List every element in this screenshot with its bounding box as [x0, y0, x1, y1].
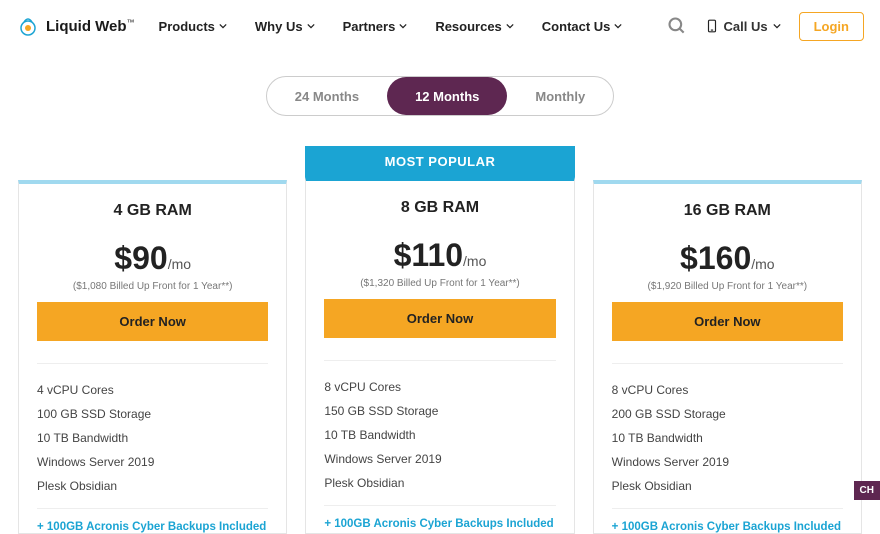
tab-24-months[interactable]: 24 Months	[267, 77, 387, 115]
price-suffix: /mo	[168, 256, 191, 272]
plan-title: 4 GB RAM	[37, 202, 268, 220]
backup-note: + 100GB Acronis Cyber Backups Included	[37, 508, 268, 533]
price-amount: $160	[680, 240, 751, 276]
nav-item-why-us[interactable]: Why Us	[255, 19, 315, 34]
plan-card: 16 GB RAM $160/mo ($1,920 Billed Up Front …	[593, 180, 862, 534]
chevron-down-icon	[614, 22, 622, 30]
phone-icon	[705, 19, 719, 33]
billed-note: ($1,920 Billed Up Front for 1 Year**)	[612, 281, 843, 292]
order-button[interactable]: Order Now	[37, 302, 268, 341]
plan-title: 8 GB RAM	[324, 199, 555, 217]
logo-icon	[16, 14, 40, 38]
plan-price: $160/mo	[612, 240, 843, 277]
call-us-label: Call Us	[724, 19, 768, 34]
chevron-down-icon	[219, 22, 227, 30]
plan-title: 16 GB RAM	[612, 202, 843, 220]
nav-label: Why Us	[255, 19, 303, 34]
plan-16-gb-ram: 16 GB RAM $160/mo ($1,920 Billed Up Front …	[593, 146, 862, 534]
header-right: Call Us Login	[667, 12, 864, 41]
backup-note: + 100GB Acronis Cyber Backups Included	[324, 505, 555, 530]
nav-label: Resources	[435, 19, 501, 34]
plan-price: $110/mo	[324, 237, 555, 274]
feature-item: 10 TB Bandwidth	[324, 423, 555, 447]
price-suffix: /mo	[751, 256, 774, 272]
feature-item: Windows Server 2019	[37, 450, 268, 474]
nav-item-resources[interactable]: Resources	[435, 19, 513, 34]
nav-label: Contact Us	[542, 19, 611, 34]
main-nav: Products Why Us Partners Resources Contact U…	[159, 19, 667, 34]
plan-4-gb-ram: 4 GB RAM $90/mo ($1,080 Billed Up Front fo…	[18, 146, 287, 534]
logo-text: Liquid Web™	[46, 18, 135, 35]
feature-item: 4 vCPU Cores	[37, 378, 268, 402]
call-us-menu[interactable]: Call Us	[705, 19, 781, 34]
billed-note: ($1,080 Billed Up Front for 1 Year**)	[37, 281, 268, 292]
feature-item: 10 TB Bandwidth	[612, 426, 843, 450]
feature-item: 150 GB SSD Storage	[324, 399, 555, 423]
feature-list: 4 vCPU Cores100 GB SSD Storage10 TB Band…	[37, 363, 268, 498]
nav-item-partners[interactable]: Partners	[343, 19, 408, 34]
plan-card: 8 GB RAM $110/mo ($1,320 Billed Up Front f…	[305, 177, 574, 534]
backup-note: + 100GB Acronis Cyber Backups Included	[612, 508, 843, 533]
chevron-down-icon	[307, 22, 315, 30]
chevron-down-icon	[773, 22, 781, 30]
price-suffix: /mo	[463, 253, 486, 269]
price-amount: $110	[394, 237, 463, 273]
price-amount: $90	[114, 240, 167, 276]
feature-item: 200 GB SSD Storage	[612, 402, 843, 426]
nav-item-contact-us[interactable]: Contact Us	[542, 19, 623, 34]
feature-item: 10 TB Bandwidth	[37, 426, 268, 450]
tab-12-months[interactable]: 12 Months	[387, 77, 507, 115]
nav-label: Partners	[343, 19, 396, 34]
feature-list: 8 vCPU Cores150 GB SSD Storage10 TB Band…	[324, 360, 555, 495]
header: Liquid Web™ Products Why Us Partners Resour…	[0, 0, 880, 52]
order-button[interactable]: Order Now	[324, 299, 555, 338]
tabs-pill: 24 Months12 MonthsMonthly	[266, 76, 614, 116]
order-button[interactable]: Order Now	[612, 302, 843, 341]
plan-price: $90/mo	[37, 240, 268, 277]
billing-tabs: 24 Months12 MonthsMonthly	[0, 76, 880, 116]
feature-item: Windows Server 2019	[612, 450, 843, 474]
plan-card: 4 GB RAM $90/mo ($1,080 Billed Up Front fo…	[18, 180, 287, 534]
pricing-plans: 4 GB RAM $90/mo ($1,080 Billed Up Front fo…	[0, 146, 880, 534]
feature-list: 8 vCPU Cores200 GB SSD Storage10 TB Band…	[612, 363, 843, 498]
popular-badge: MOST POPULAR	[305, 146, 574, 177]
plan-8-gb-ram: MOST POPULAR 8 GB RAM $110/mo ($1,320 Bille…	[305, 146, 574, 534]
chevron-down-icon	[506, 22, 514, 30]
chat-tab[interactable]: CH	[854, 481, 880, 500]
chevron-down-icon	[399, 22, 407, 30]
feature-item: 8 vCPU Cores	[324, 375, 555, 399]
feature-item: Plesk Obsidian	[324, 471, 555, 495]
feature-item: Plesk Obsidian	[37, 474, 268, 498]
feature-item: 100 GB SSD Storage	[37, 402, 268, 426]
search-icon[interactable]	[667, 16, 687, 36]
tab-monthly[interactable]: Monthly	[507, 77, 613, 115]
nav-label: Products	[159, 19, 215, 34]
billed-note: ($1,320 Billed Up Front for 1 Year**)	[324, 278, 555, 289]
feature-item: Windows Server 2019	[324, 447, 555, 471]
feature-item: Plesk Obsidian	[612, 474, 843, 498]
login-button[interactable]: Login	[799, 12, 864, 41]
feature-item: 8 vCPU Cores	[612, 378, 843, 402]
logo[interactable]: Liquid Web™	[16, 14, 135, 38]
nav-item-products[interactable]: Products	[159, 19, 227, 34]
